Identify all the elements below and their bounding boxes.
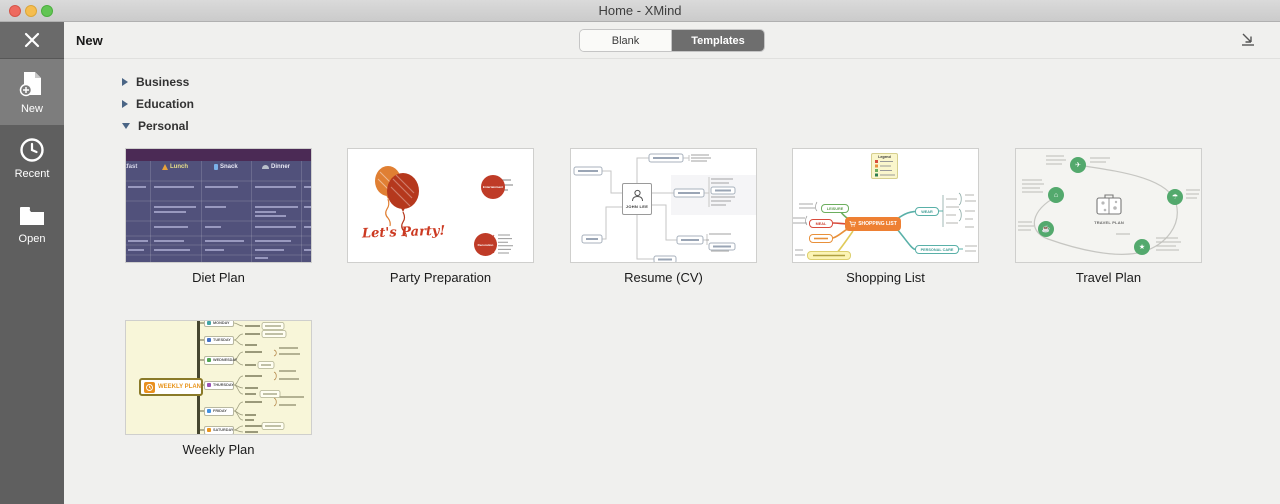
- balloons-graphic: [348, 149, 533, 262]
- resume-mindmap-graphic: [571, 149, 756, 262]
- new-document-icon: [19, 70, 45, 98]
- template-label: Party Preparation: [347, 270, 534, 285]
- template-thumbnail-travel-plan[interactable]: ✈ ⌂ ☕ ★ ☂ TRAVEL PLAN: [1015, 148, 1202, 263]
- template-thumbnail-resume[interactable]: JOHN LEE: [570, 148, 757, 263]
- party-topic-entertainment: Entertainment: [481, 175, 505, 199]
- day-pill-monday: MONDAY: [204, 320, 234, 327]
- sidebar-item-recent[interactable]: Recent: [0, 125, 64, 191]
- legend-box: Legend: [871, 153, 898, 179]
- shopping-center-topic: SHOPPING LIST: [845, 217, 901, 231]
- template-label: Resume (CV): [570, 270, 757, 285]
- disclosure-triangle-icon[interactable]: [122, 100, 128, 108]
- category-label: Education: [136, 97, 194, 111]
- day-pill-friday: FRIDAY: [204, 407, 234, 416]
- diet-column-snack: Snack: [214, 164, 238, 170]
- resume-person-name: JOHN LEE: [626, 204, 648, 209]
- tab-templates[interactable]: Templates: [672, 30, 764, 51]
- sidebar-item-label: Recent: [15, 168, 50, 180]
- sidebar: New Recent Open: [0, 22, 64, 504]
- template-thumbnail-shopping-list[interactable]: Legend LEISURE MEAL WEAR PE: [792, 148, 979, 263]
- day-pill-wednesday: WEDNESDAY: [204, 356, 234, 365]
- day-pill-saturday: SATURDAY: [204, 426, 234, 435]
- weekly-center-topic: WEEKLY PLAN: [139, 378, 203, 396]
- legend-items-graphic: [874, 159, 899, 177]
- close-home-button[interactable]: [0, 22, 64, 59]
- category-education[interactable]: Education: [122, 96, 194, 112]
- disclosure-triangle-icon[interactable]: [122, 123, 130, 129]
- disclosure-triangle-icon[interactable]: [122, 78, 128, 86]
- page-title: New: [76, 33, 103, 48]
- window-title: Home - XMind: [0, 3, 1280, 18]
- view-switcher: Blank Templates: [579, 29, 765, 52]
- main-header: New Blank Templates: [64, 22, 1280, 59]
- pizza-icon: [162, 164, 168, 170]
- template-thumbnail-party-preparation[interactable]: Let's Party! Entertainment Decoration: [347, 148, 534, 263]
- branch-food: [809, 234, 833, 243]
- resume-center-topic: JOHN LEE: [622, 183, 652, 215]
- branch-yellow: [807, 251, 851, 260]
- sidebar-item-label: New: [21, 103, 43, 115]
- close-icon: [22, 30, 42, 50]
- main-panel: New Blank Templates Business Education P…: [64, 22, 1280, 504]
- category-label: Business: [136, 75, 189, 89]
- day-color-square: [207, 321, 211, 325]
- template-card-resume[interactable]: JOHN LEE Resume (CV): [570, 148, 757, 285]
- category-personal[interactable]: Personal: [122, 118, 189, 134]
- template-card-shopping-list[interactable]: Legend LEISURE MEAL WEAR PE: [792, 148, 979, 285]
- sidebar-item-open[interactable]: Open: [0, 191, 64, 257]
- xmind-home-window: Home - XMind New Recent: [0, 0, 1280, 504]
- day-color-square: [207, 409, 211, 413]
- window-titlebar: Home - XMind: [0, 0, 1280, 22]
- bottle-icon: [214, 164, 218, 170]
- party-headline: Let's Party!: [362, 224, 446, 242]
- day-color-square: [207, 358, 211, 362]
- diet-column-dinner: Dinner: [262, 164, 290, 170]
- branch-text-bar: [813, 237, 829, 240]
- day-color-square: [207, 428, 211, 432]
- template-thumbnail-weekly-plan[interactable]: MONDAY TUESDAY WEDNESDAY THURSDAY FRIDAY: [125, 320, 312, 435]
- import-template-button[interactable]: [1238, 30, 1258, 50]
- diet-column-lunch: Lunch: [162, 164, 188, 170]
- template-card-party-preparation[interactable]: Let's Party! Entertainment Decoration Pa…: [347, 148, 534, 285]
- template-label: Diet Plan: [125, 270, 312, 285]
- template-card-weekly-plan[interactable]: MONDAY TUESDAY WEDNESDAY THURSDAY FRIDAY: [125, 320, 312, 457]
- import-icon: [1239, 30, 1257, 48]
- day-pill-tuesday: TUESDAY: [204, 336, 234, 345]
- branch-personal-care: PERSONAL CARE: [915, 245, 959, 254]
- branch-text-bar: [812, 254, 846, 257]
- travel-center-topic: TRAVEL PLAN: [1089, 220, 1129, 225]
- template-card-diet-plan[interactable]: Breakfast Lunch Snack Dinner Diet Plan: [125, 148, 312, 285]
- travel-node-sight: ★: [1134, 239, 1150, 255]
- folder-icon: [18, 204, 46, 228]
- tab-blank[interactable]: Blank: [580, 30, 672, 51]
- template-thumbnail-diet-plan[interactable]: Breakfast Lunch Snack Dinner: [125, 148, 312, 263]
- travel-node-home: ⌂: [1048, 187, 1064, 203]
- template-label: Shopping List: [792, 270, 979, 285]
- sidebar-item-label: Open: [19, 233, 46, 245]
- clock-badge-icon: [144, 382, 155, 393]
- category-label: Personal: [138, 119, 189, 133]
- diet-column-breakfast: Breakfast: [125, 164, 137, 170]
- branch-meal: MEAL: [809, 219, 833, 228]
- travel-node-flight: ✈: [1070, 157, 1086, 173]
- day-pill-thursday: THURSDAY: [204, 381, 234, 390]
- travel-route-graphic: [1016, 149, 1201, 262]
- branch-wear: WEAR: [915, 207, 939, 216]
- day-color-square: [207, 338, 211, 342]
- dome-icon: [262, 165, 269, 169]
- category-business[interactable]: Business: [122, 74, 189, 90]
- party-topic-decoration: Decoration: [474, 233, 497, 256]
- branch-leisure: LEISURE: [821, 204, 849, 213]
- clock-icon: [19, 137, 45, 163]
- template-card-travel-plan[interactable]: ✈ ⌂ ☕ ★ ☂ TRAVEL PLAN Travel Plan: [1015, 148, 1202, 285]
- sidebar-item-new[interactable]: New: [0, 59, 64, 125]
- day-color-square: [207, 383, 211, 387]
- travel-node-weather: ☂: [1167, 189, 1183, 205]
- template-label: Travel Plan: [1015, 270, 1202, 285]
- cart-icon: [849, 221, 856, 227]
- person-avatar-icon: [631, 189, 644, 202]
- travel-node-food: ☕: [1038, 221, 1054, 237]
- template-label: Weekly Plan: [125, 442, 312, 457]
